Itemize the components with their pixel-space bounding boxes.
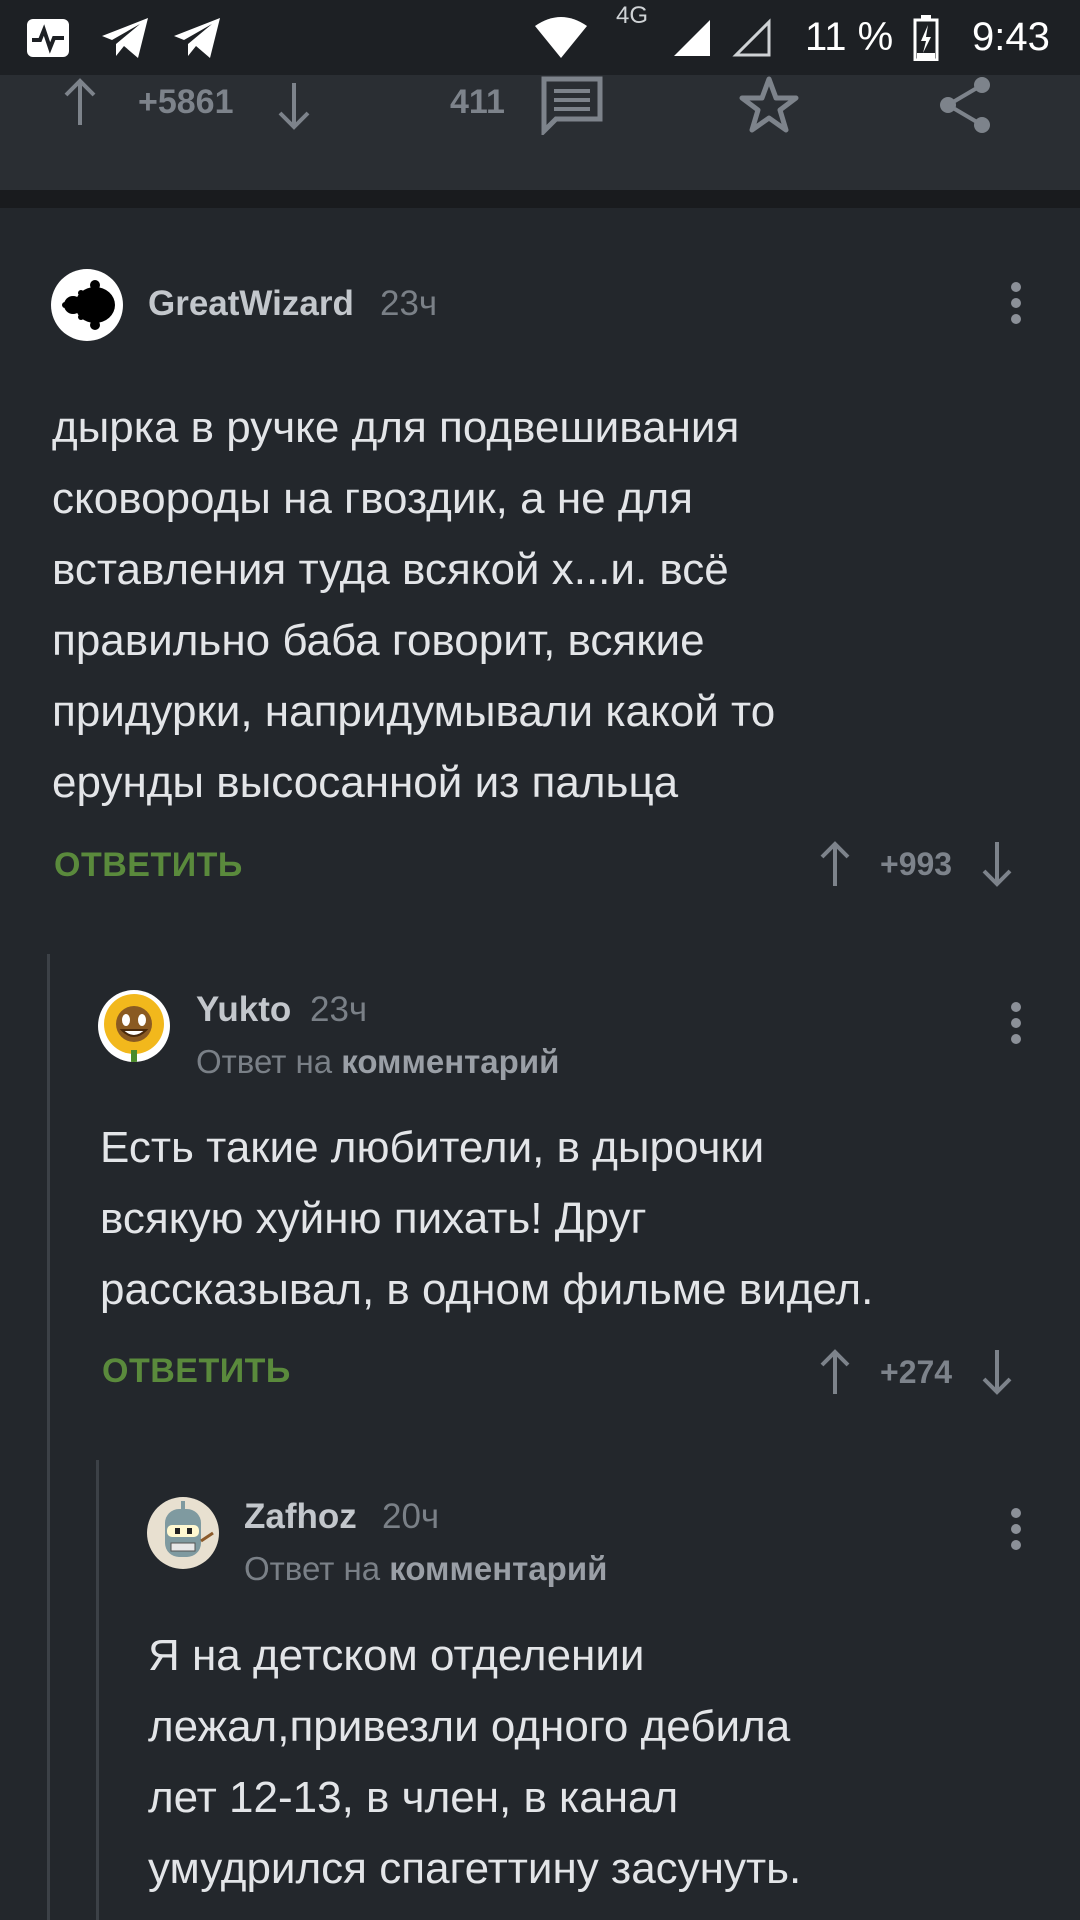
comment-icon — [541, 76, 603, 135]
comment-text: дырка в ручке для подвешивания сковороды… — [52, 403, 776, 807]
comments-button[interactable] — [540, 75, 604, 135]
author-name[interactable]: GreatWizard — [148, 284, 354, 324]
post-rating: +5861 — [138, 83, 234, 121]
clock: 9:43 — [972, 15, 1050, 59]
reply-to: Ответ на комментарий — [244, 1550, 608, 1587]
share-button[interactable] — [936, 75, 996, 135]
comment-text: Есть такие любители, в дырочки всякую ху… — [100, 1123, 874, 1314]
telegram-icon — [172, 0, 222, 75]
avatar[interactable] — [51, 269, 123, 341]
thread-line — [96, 1460, 99, 1920]
more-options-icon[interactable] — [1006, 996, 1026, 1056]
downvote-arrow-icon — [278, 83, 310, 130]
more-options-icon[interactable] — [1006, 276, 1026, 336]
thread-line — [47, 954, 50, 1920]
upvote-arrow-icon[interactable] — [816, 1348, 854, 1396]
battery-charging-icon — [913, 0, 939, 75]
section-divider — [0, 190, 1080, 208]
post-action-bar: +5861 411 — [0, 75, 1080, 190]
downvote-button[interactable] — [274, 81, 314, 131]
upvote-arrow-icon[interactable] — [816, 840, 854, 888]
comments-count: 411 — [450, 83, 505, 121]
reply-button[interactable]: ОТВЕТИТЬ — [102, 1352, 291, 1391]
downvote-arrow-icon[interactable] — [978, 840, 1016, 888]
status-bar: 4G 11 % 9:43 — [0, 0, 1080, 75]
comment-text: Я на детском отделении лежал,привезли од… — [148, 1631, 802, 1893]
downvote-arrow-icon[interactable] — [978, 1348, 1016, 1396]
avatar[interactable] — [147, 1497, 219, 1569]
signal-empty-icon — [732, 0, 772, 75]
favorite-button[interactable] — [738, 75, 800, 135]
reply-button[interactable]: ОТВЕТИТЬ — [54, 846, 243, 885]
battery-percent: 11 % — [805, 15, 894, 59]
reply-target-link[interactable]: комментарий — [389, 1550, 607, 1587]
more-options-icon[interactable] — [1006, 1502, 1026, 1562]
comment-vote: +993 — [816, 840, 1016, 888]
signal-icon — [672, 0, 712, 75]
reply-to: Ответ на комментарий — [196, 1043, 560, 1080]
author-name[interactable]: Yukto — [196, 990, 291, 1030]
comment-time: 23ч — [310, 990, 368, 1029]
wifi-icon — [533, 0, 589, 75]
author-name[interactable]: Zafhoz — [244, 1497, 357, 1537]
upvote-button[interactable] — [60, 77, 100, 127]
star-icon — [739, 76, 799, 133]
comment-rating: +993 — [880, 845, 953, 882]
share-icon — [940, 77, 990, 133]
comment-vote: +274 — [816, 1348, 1016, 1396]
reply-target-link[interactable]: комментарий — [341, 1043, 559, 1080]
telegram-icon — [100, 0, 150, 75]
comment-time: 20ч — [382, 1497, 440, 1536]
network-type: 4G — [616, 2, 649, 29]
upvote-arrow-icon — [64, 78, 96, 125]
comment-rating: +274 — [880, 1353, 953, 1390]
avatar[interactable] — [98, 990, 170, 1062]
comment-time: 23ч — [380, 284, 438, 323]
activity-icon — [26, 0, 70, 75]
